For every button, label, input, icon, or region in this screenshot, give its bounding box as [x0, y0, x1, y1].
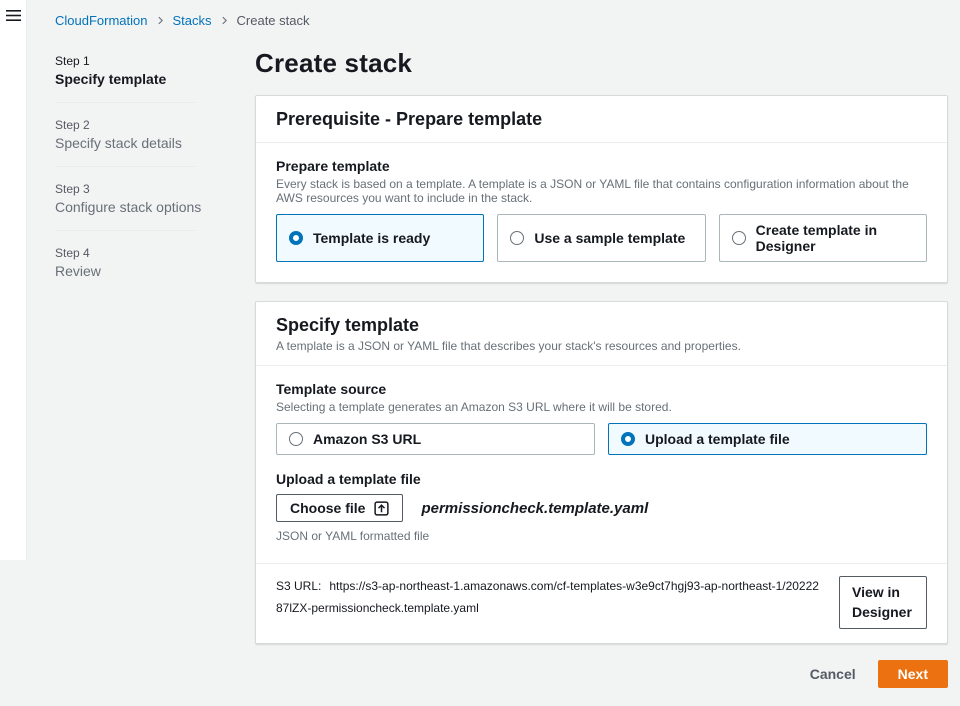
step-label: Review — [55, 263, 255, 279]
template-source-label: Template source — [276, 381, 927, 397]
option-label: Amazon S3 URL — [313, 431, 421, 447]
divider — [55, 166, 197, 167]
option-template-is-ready[interactable]: Template is ready — [276, 214, 484, 262]
chevron-right-icon — [156, 15, 165, 26]
choose-file-button[interactable]: Choose file — [276, 494, 403, 522]
chevron-right-icon — [220, 15, 229, 26]
divider — [55, 102, 197, 103]
step-2-specify-stack-details[interactable]: Step 2 Specify stack details — [55, 118, 255, 151]
specify-template-card-header: Specify template A template is a JSON or… — [256, 302, 947, 366]
s3-url-row: S3 URL:https://s3-ap-northeast-1.amazona… — [256, 563, 947, 643]
breadcrumb-cloudformation[interactable]: CloudFormation — [55, 13, 148, 28]
step-number: Step 4 — [55, 246, 255, 260]
step-label: Specify template — [55, 71, 255, 87]
hamburger-icon[interactable] — [6, 9, 21, 27]
prerequisite-card: Prerequisite - Prepare template Prepare … — [255, 95, 948, 283]
breadcrumb-stacks[interactable]: Stacks — [173, 13, 212, 28]
step-number: Step 2 — [55, 118, 255, 132]
option-label: Use a sample template — [534, 230, 685, 246]
radio-checked-icon — [289, 231, 303, 245]
option-upload-template-file[interactable]: Upload a template file — [608, 423, 927, 455]
page-content: CloudFormation Stacks Create stack Step … — [27, 0, 960, 706]
next-button[interactable]: Next — [878, 660, 948, 688]
option-label: Upload a template file — [645, 431, 790, 447]
option-create-template-in-designer[interactable]: Create template in Designer — [719, 214, 927, 262]
selected-file-name: permissioncheck.template.yaml — [421, 500, 648, 517]
option-use-sample-template[interactable]: Use a sample template — [497, 214, 705, 262]
cancel-button[interactable]: Cancel — [810, 666, 856, 682]
radio-checked-icon — [621, 432, 635, 446]
breadcrumb: CloudFormation Stacks Create stack — [55, 13, 948, 28]
template-source-description: Selecting a template generates an Amazon… — [276, 400, 927, 414]
radio-unchecked-icon — [510, 231, 524, 245]
radio-unchecked-icon — [732, 231, 746, 245]
prepare-template-options: Template is ready Use a sample template … — [276, 214, 927, 262]
prerequisite-card-body: Prepare template Every stack is based on… — [256, 143, 947, 282]
prerequisite-card-title: Prerequisite - Prepare template — [276, 109, 927, 130]
choose-file-label: Choose file — [290, 500, 365, 516]
wizard-actions: Cancel Next — [255, 660, 948, 706]
view-in-designer-button[interactable]: View in Designer — [839, 576, 927, 629]
step-1-specify-template[interactable]: Step 1 Specify template — [55, 54, 255, 87]
upload-icon — [374, 501, 389, 516]
steps-nav: Step 1 Specify template Step 2 Specify s… — [55, 48, 255, 706]
step-number: Step 1 — [55, 54, 255, 68]
side-rail — [0, 0, 27, 560]
breadcrumb-current: Create stack — [237, 13, 310, 28]
specify-template-description: A template is a JSON or YAML file that d… — [276, 339, 927, 353]
step-3-configure-stack-options[interactable]: Step 3 Configure stack options — [55, 182, 255, 215]
s3-url-text: S3 URL:https://s3-ap-northeast-1.amazona… — [276, 576, 825, 619]
prerequisite-card-header: Prerequisite - Prepare template — [256, 96, 947, 143]
prepare-template-label: Prepare template — [276, 158, 927, 174]
option-amazon-s3-url[interactable]: Amazon S3 URL — [276, 423, 595, 455]
file-format-hint: JSON or YAML formatted file — [276, 529, 927, 543]
step-4-review[interactable]: Step 4 Review — [55, 246, 255, 279]
specify-template-title: Specify template — [276, 315, 927, 336]
upload-row: Choose file permissioncheck.template.yam… — [276, 494, 927, 522]
page-title: Create stack — [255, 48, 948, 79]
s3-url-label: S3 URL: — [276, 579, 321, 593]
template-source-options: Amazon S3 URL Upload a template file — [276, 423, 927, 455]
s3-url-value: https://s3-ap-northeast-1.amazonaws.com/… — [276, 579, 819, 615]
divider — [55, 230, 197, 231]
option-label: Template is ready — [313, 230, 430, 246]
option-label: Create template in Designer — [756, 222, 914, 254]
radio-unchecked-icon — [289, 432, 303, 446]
main-panel: Create stack Prerequisite - Prepare temp… — [255, 48, 948, 706]
specify-template-card: Specify template A template is a JSON or… — [255, 301, 948, 644]
specify-template-card-body: Template source Selecting a template gen… — [256, 366, 947, 563]
step-label: Specify stack details — [55, 135, 255, 151]
step-label: Configure stack options — [55, 199, 255, 215]
step-number: Step 3 — [55, 182, 255, 196]
prepare-template-description: Every stack is based on a template. A te… — [276, 177, 927, 205]
upload-template-file-label: Upload a template file — [276, 471, 927, 487]
